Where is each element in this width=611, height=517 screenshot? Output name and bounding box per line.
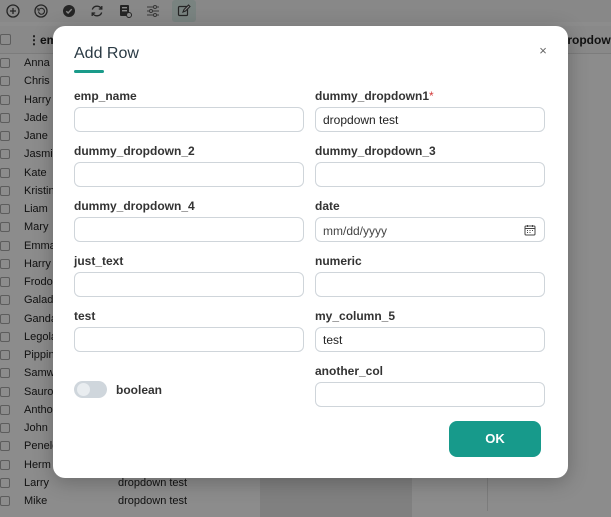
required-marker: *: [429, 89, 434, 103]
another-col-input[interactable]: [315, 382, 545, 407]
just-text-label: just_text: [74, 254, 124, 268]
title-underline: [74, 70, 104, 73]
dummy-dropdown-2-input[interactable]: [74, 162, 304, 187]
emp-name-input[interactable]: [74, 107, 304, 132]
close-icon[interactable]: ×: [537, 43, 549, 59]
dummy-dropdown-2-label: dummy_dropdown_2: [74, 144, 195, 158]
emp-name-label: emp_name: [74, 89, 137, 103]
dummy-dropdown1-label-text: dummy_dropdown1: [315, 89, 430, 103]
test-label: test: [74, 309, 96, 323]
my-column-5-label: my_column_5: [315, 309, 396, 323]
just-text-input[interactable]: [74, 272, 304, 297]
test-input[interactable]: [74, 327, 304, 352]
date-input[interactable]: mm/dd/yyyy: [315, 217, 545, 242]
numeric-input[interactable]: [315, 272, 545, 297]
dummy-dropdown-4-input[interactable]: [74, 217, 304, 242]
dummy-dropdown-3-label: dummy_dropdown_3: [315, 144, 436, 158]
dummy-dropdown1-label: dummy_dropdown1*: [315, 89, 434, 103]
numeric-label: numeric: [315, 254, 362, 268]
dummy-dropdown-3-input[interactable]: [315, 162, 545, 187]
my-column-5-input[interactable]: [315, 327, 545, 352]
boolean-toggle[interactable]: [74, 381, 107, 398]
another-col-label: another_col: [315, 364, 384, 378]
dummy-dropdown1-input[interactable]: [315, 107, 545, 132]
add-row-dialog: Add Row × emp_name dummy_dropdown1* dumm…: [53, 26, 568, 478]
dummy-dropdown-4-label: dummy_dropdown_4: [74, 199, 195, 213]
toggle-knob: [77, 383, 90, 396]
calendar-icon[interactable]: [524, 224, 536, 236]
date-label: date: [315, 199, 340, 213]
date-placeholder: mm/dd/yyyy: [323, 224, 388, 238]
dialog-title: Add Row: [74, 45, 139, 62]
ok-button[interactable]: OK: [449, 421, 541, 457]
boolean-label: boolean: [116, 383, 163, 397]
